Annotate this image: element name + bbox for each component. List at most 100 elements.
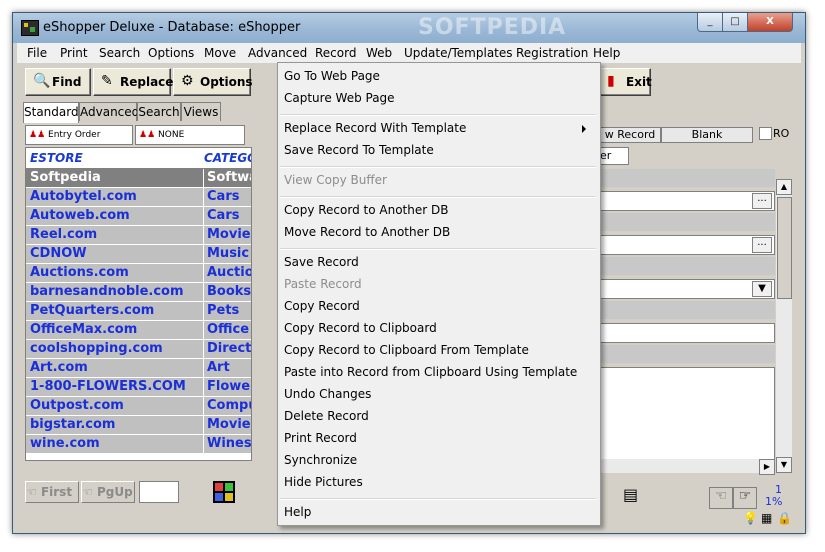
category-cell[interactable]: Software [203, 169, 251, 187]
pgup-button[interactable]: ☜ PgUp [81, 481, 135, 503]
scroll-right-icon[interactable]: ▶ [759, 459, 775, 475]
menu-item-paste-into-record-from-clipboard[interactable]: Paste into Record from Clipboard Using T… [284, 365, 577, 379]
category-cell[interactable]: Art [203, 359, 251, 377]
menu-item-copy-record-to-clipboard[interactable]: Copy Record to Clipboard [284, 321, 437, 335]
record-icon[interactable]: ▤ [623, 485, 643, 505]
category-cell[interactable]: Computers [203, 397, 251, 415]
find-button[interactable]: 🔍 Find [25, 68, 91, 96]
estore-cell[interactable]: barnesandnoble.com [26, 283, 203, 301]
category-cell[interactable]: Directory [203, 340, 251, 358]
menu-item-undo-changes[interactable]: Undo Changes [284, 387, 371, 401]
text-field[interactable] [599, 323, 775, 343]
estore-cell[interactable]: OfficeMax.com [26, 321, 203, 339]
dropdown-field[interactable]: ▼ [599, 279, 775, 299]
new-record-button[interactable]: w Record [599, 127, 661, 143]
maximize-button[interactable]: □ [722, 13, 748, 32]
horizontal-scrollbar[interactable]: ▶ [599, 459, 775, 475]
menu-item-copy-record-to-clipboard-from-template[interactable]: Copy Record to Clipboard From Template [284, 343, 529, 357]
table-row[interactable]: 1-800-FLOWERS.COMFlowers [26, 378, 251, 397]
menu-record[interactable]: Record [315, 46, 356, 60]
menu-advanced[interactable]: Advanced [248, 46, 307, 60]
ellipsis-button[interactable]: ... [752, 193, 772, 209]
menu-search[interactable]: Search [99, 46, 140, 60]
menu-print[interactable]: Print [60, 46, 88, 60]
category-cell[interactable]: Wines [203, 435, 251, 453]
menu-item-print-record[interactable]: Print Record [284, 431, 357, 445]
app-icon[interactable] [21, 20, 39, 36]
estore-cell[interactable]: Art.com [26, 359, 203, 377]
exit-button[interactable]: ▮ Exit [599, 68, 652, 96]
column-header-estore[interactable]: ESTORE [30, 151, 83, 165]
menu-item-go-to-web-page[interactable]: Go To Web Page [284, 69, 380, 83]
estore-cell[interactable]: Auctions.com [26, 264, 203, 282]
hand-right-icon[interactable]: ☞ [733, 487, 757, 509]
category-cell[interactable]: Auctions [203, 264, 251, 282]
ro-checkbox[interactable] [759, 127, 772, 140]
vertical-scrollbar[interactable]: ▲ ▼ [776, 179, 792, 473]
estore-cell[interactable]: 1-800-FLOWERS.COM [26, 378, 203, 396]
table-row[interactable]: Reel.comMovies [26, 226, 251, 245]
record-number-field[interactable] [139, 481, 179, 503]
table-row[interactable]: coolshopping.comDirectory [26, 340, 251, 359]
table-row[interactable]: Art.com Art [26, 359, 251, 378]
menu-help[interactable]: Help [593, 46, 620, 60]
hand-left-icon[interactable]: ☜ [709, 487, 733, 509]
replace-button[interactable]: ✎ Replace [93, 68, 173, 96]
detail-tab[interactable]: er [599, 147, 629, 165]
menu-item-save-record-to-template[interactable]: Save Record To Template [284, 143, 434, 157]
menu-item-move-record-to-another-db[interactable]: Move Record to Another DB [284, 225, 450, 239]
menu-item-hide-pictures[interactable]: Hide Pictures [284, 475, 363, 489]
table-row[interactable]: bigstar.comMovies [26, 416, 251, 435]
table-row[interactable]: Autoweb.com Cars [26, 207, 251, 226]
menu-move[interactable]: Move [204, 46, 236, 60]
estore-cell[interactable]: PetQuarters.com [26, 302, 203, 320]
estore-cell[interactable]: Autoweb.com [26, 207, 203, 225]
blank-button[interactable]: Blank [661, 127, 753, 143]
text-field[interactable]: ... [599, 191, 775, 211]
table-row[interactable]: PetQuarters.com Pets [26, 302, 251, 321]
table-row[interactable]: Autobytel.com Cars [26, 188, 251, 207]
document-icon[interactable]: ▦ [761, 511, 772, 525]
scroll-thumb[interactable] [777, 197, 792, 299]
category-cell[interactable]: Cars [203, 188, 251, 206]
grid-view-icon[interactable] [213, 481, 235, 503]
scroll-up-icon[interactable]: ▲ [776, 179, 792, 195]
menu-item-capture-web-page[interactable]: Capture Web Page [284, 91, 395, 105]
menu-item-replace-record-with-template[interactable]: Replace Record With Template [284, 121, 466, 135]
category-cell[interactable]: Flowers [203, 378, 251, 396]
table-row[interactable]: wine.com Wines [26, 435, 251, 454]
category-cell[interactable]: Books [203, 283, 251, 301]
tab-views[interactable]: Views [181, 102, 221, 121]
estore-cell[interactable]: Autobytel.com [26, 188, 203, 206]
menu-item-copy-record-to-another-db[interactable]: Copy Record to Another DB [284, 203, 448, 217]
category-cell[interactable]: Music [203, 245, 251, 263]
menu-options[interactable]: Options [148, 46, 194, 60]
estore-cell[interactable]: Outpost.com [26, 397, 203, 415]
lock-icon[interactable]: 🔒 [777, 511, 792, 525]
category-cell[interactable]: Cars [203, 207, 251, 225]
sort-primary[interactable]: ♟♟ Entry Order [25, 125, 133, 145]
category-cell[interactable]: Office [203, 321, 251, 339]
menu-item-synchronize[interactable]: Synchronize [284, 453, 357, 467]
table-row[interactable]: Auctions.comAuctions [26, 264, 251, 283]
minimize-button[interactable]: _ [697, 13, 723, 32]
lightbulb-icon[interactable]: 💡 [743, 511, 758, 525]
tab-standard[interactable]: Standard [23, 102, 79, 123]
estore-cell[interactable]: Softpedia [26, 169, 203, 187]
menu-web[interactable]: Web [366, 46, 392, 60]
table-row[interactable]: barnesandnoble.com Books [26, 283, 251, 302]
column-header-category[interactable]: CATEGORY [204, 151, 251, 165]
table-row[interactable]: OfficeMax.com Office [26, 321, 251, 340]
title-bar[interactable]: eShopper Deluxe - Database: eShopper SOF… [13, 13, 805, 43]
estore-cell[interactable]: Reel.com [26, 226, 203, 244]
notes-field[interactable] [599, 367, 775, 465]
category-cell[interactable]: Pets [203, 302, 251, 320]
category-cell[interactable]: Movies [203, 226, 251, 244]
menu-item-save-record[interactable]: Save Record [284, 255, 359, 269]
ellipsis-button[interactable]: ... [752, 237, 772, 253]
menu-registration[interactable]: Registration [516, 46, 588, 60]
chevron-down-icon[interactable]: ▼ [752, 281, 772, 297]
estore-cell[interactable]: wine.com [26, 435, 203, 453]
tab-advanced[interactable]: Advanced [79, 102, 139, 121]
scroll-down-icon[interactable]: ▼ [776, 457, 792, 473]
